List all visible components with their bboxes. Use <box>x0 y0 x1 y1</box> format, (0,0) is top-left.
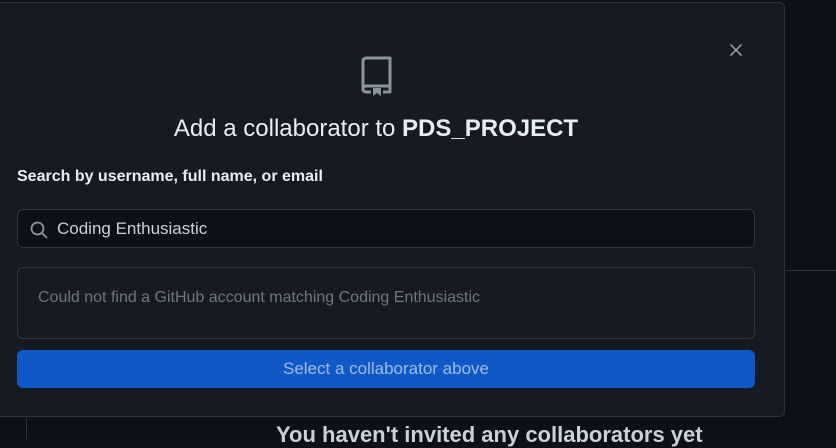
repo-icon <box>361 56 392 96</box>
repository-name: PDS_PROJECT <box>402 115 579 142</box>
dialog-title: Add a collaborator to PDS_PROJECT <box>0 115 761 143</box>
search-icon <box>30 221 48 239</box>
select-collaborator-button[interactable]: Select a collaborator above <box>17 350 755 388</box>
background-divider <box>786 270 836 271</box>
close-icon <box>730 44 742 56</box>
search-results: Could not find a GitHub account matching… <box>17 267 755 339</box>
collaborators-empty-state: You haven't invited any collaborators ye… <box>276 422 703 447</box>
no-results-message: Could not find a GitHub account matching… <box>38 289 481 306</box>
search-label: Search by username, full name, or email <box>17 168 323 185</box>
search-input[interactable] <box>57 210 737 247</box>
dialog-title-prefix: Add a collaborator to <box>173 115 403 142</box>
background-divider <box>26 418 27 439</box>
close-button[interactable] <box>724 38 748 62</box>
search-field[interactable] <box>17 209 755 248</box>
